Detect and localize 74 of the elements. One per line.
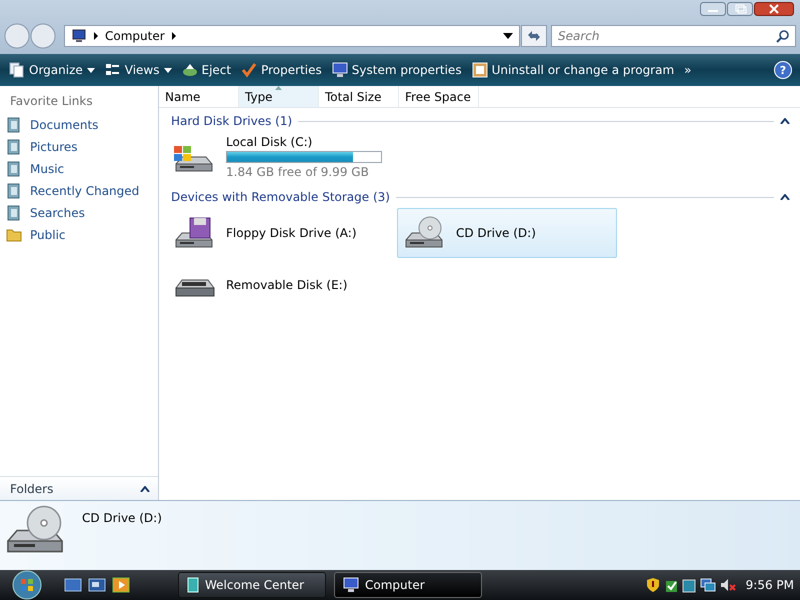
taskbar-button[interactable]: Computer [334,572,482,598]
toolbar-button[interactable]: Properties [236,59,327,81]
chevron-icon [93,32,99,40]
sidebar-link[interactable]: Pictures [6,136,158,158]
computer-icon [71,29,87,43]
collapse-icon[interactable] [780,194,790,200]
sidebar-link[interactable]: Documents [6,114,158,136]
search-icon [776,29,790,43]
monitor-icon [332,62,348,78]
desktop-icon[interactable] [64,577,82,593]
drive-name: Floppy Disk Drive (A:) [226,226,357,240]
sidebar-link[interactable]: Music [6,158,158,180]
search-field[interactable]: Search [551,25,796,47]
dropdown-icon [164,68,172,72]
refresh-icon[interactable] [526,29,542,43]
sidebar-link[interactable]: Recently Changed [6,180,158,202]
windows-icon[interactable] [88,577,106,593]
column-header[interactable]: Total Size [319,86,399,107]
document-icon [6,205,22,221]
computer-icon [343,577,359,593]
drive-tile[interactable]: Removable Disk (E:) [167,260,387,310]
drive-name: Removable Disk (E:) [226,278,348,292]
taskbar-button[interactable]: Welcome Center [178,572,326,598]
group-heading[interactable]: Hard Disk Drives (1) [171,114,292,128]
group-heading[interactable]: Devices with Removable Storage (3) [171,190,390,204]
minimize-icon[interactable] [700,2,726,16]
address-bar[interactable]: Computer [64,25,520,47]
drive-tile[interactable]: CD Drive (D:) [397,208,617,258]
column-header[interactable]: Free Space [399,86,479,107]
network-icon[interactable] [700,577,716,593]
chevron-icon [170,32,177,40]
restore-icon[interactable] [727,2,753,16]
window-icon [187,577,199,593]
column-header[interactable]: Type [239,86,319,107]
folders-bar[interactable]: Folders [0,476,158,500]
toolbar-button[interactable]: Views [100,59,176,81]
eject-icon [182,62,198,78]
drive-tile[interactable]: Floppy Disk Drive (A:) [167,208,387,258]
dropdown-icon [86,68,95,72]
sort-arrow-icon [275,86,282,90]
help-button[interactable]: ? [774,61,792,79]
app-icon[interactable] [682,577,696,593]
close-icon[interactable] [754,2,794,16]
start-button-icon[interactable] [10,570,44,600]
clock[interactable]: 9:56 PM [746,578,794,592]
collapse-icon [140,486,150,492]
checkmark-icon [241,62,258,78]
more-button[interactable]: » [679,60,696,80]
media-player-icon[interactable] [112,577,130,593]
toolbar-button[interactable]: Uninstall or change a program [466,59,680,81]
section-heading: Favorite Links [10,94,94,108]
sidebar-link[interactable]: Searches [6,202,158,224]
toolbar-button[interactable]: Eject [176,59,236,81]
document-icon [6,161,22,177]
folder-icon [6,227,22,243]
toolbar-button[interactable]: Organize [4,59,100,81]
drive-name: CD Drive (D:) [456,226,536,240]
shield-icon[interactable] [646,577,660,593]
pages-icon [9,62,25,78]
drive-tile[interactable]: Local Disk (C:) 1.84 GB free of 9.99 GB [167,132,387,182]
document-icon [6,139,22,155]
toolbar-button[interactable]: System properties [326,59,467,81]
document-icon [6,183,22,199]
free-space-text: 1.84 GB free of 9.99 GB [226,165,370,179]
drive-name: Local Disk (C:) [226,135,314,149]
program-box-icon [472,62,488,78]
collapse-icon[interactable] [780,118,790,124]
dropdown-icon[interactable] [503,33,513,39]
volume-muted-icon[interactable] [720,577,736,593]
document-icon [6,117,22,133]
selected-item-name: CD Drive (D:) [82,511,162,525]
sidebar-link[interactable]: Public [6,224,158,246]
breadcrumb-link[interactable]: Computer [105,29,165,43]
views-icon [104,62,121,78]
